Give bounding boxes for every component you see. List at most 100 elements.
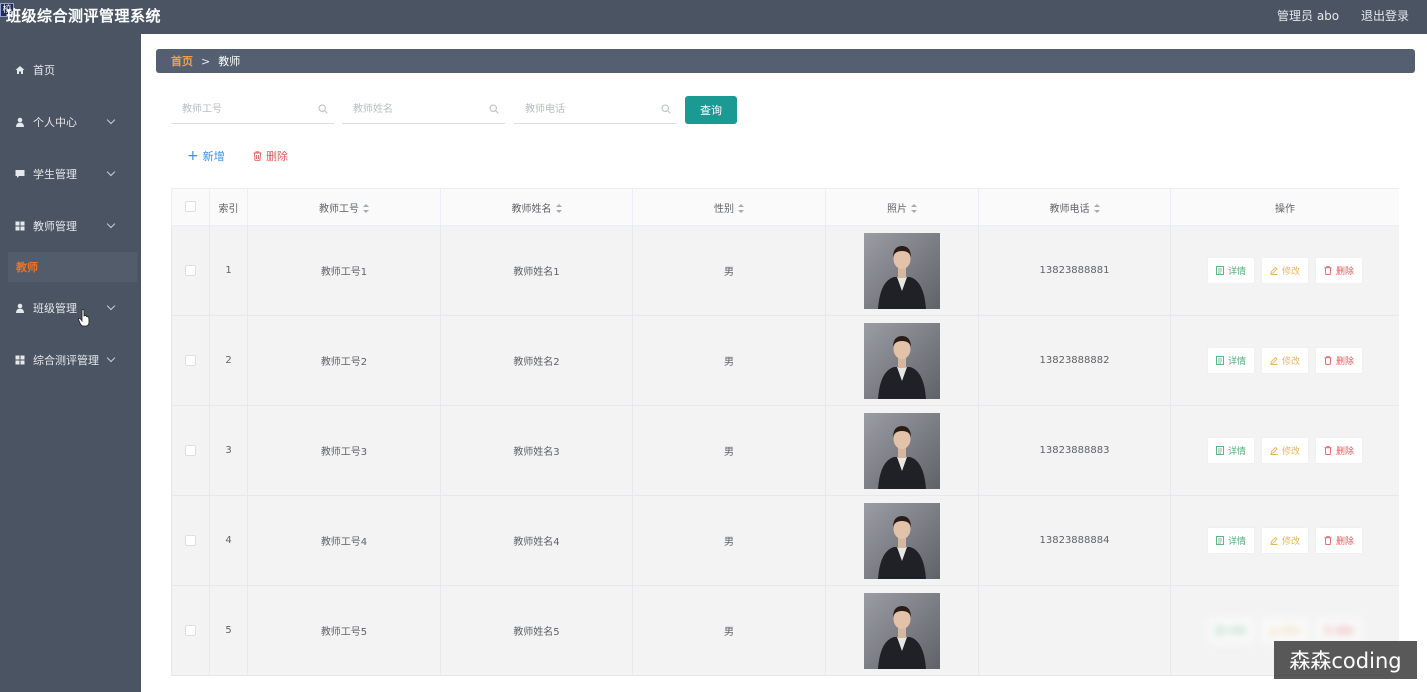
pencil-icon: [1270, 536, 1278, 545]
row-phone: 13823888883: [978, 405, 1171, 496]
detail-button[interactable]: 详情: [1206, 257, 1255, 284]
row-teacher-id: 教师工号5: [247, 585, 441, 676]
header-photo[interactable]: 照片: [825, 188, 979, 226]
row-phone: [978, 585, 1171, 676]
document-icon: [1216, 626, 1224, 635]
teacher-phone-input[interactable]: [514, 96, 654, 122]
row-select-cell[interactable]: [171, 225, 210, 316]
row-index: 5: [209, 585, 248, 676]
detail-button[interactable]: 详情: [1206, 527, 1255, 554]
top-right-area: 管理员 abo 退出登录: [1259, 7, 1409, 24]
sidebar-item-evaluation-management[interactable]: 综合测评管理: [0, 342, 141, 378]
header-teacher-id-label: 教师工号: [319, 203, 359, 215]
header-teacher-name-label: 教师姓名: [511, 203, 552, 215]
trash-icon: [1324, 626, 1332, 635]
sidebar-item-teacher-management[interactable]: 教师管理: [0, 208, 141, 244]
row-index: 4: [209, 495, 248, 586]
pencil-icon: [1270, 446, 1278, 455]
row-photo-cell: [825, 315, 979, 406]
edit-label: 修改: [1281, 357, 1300, 367]
header-select-all[interactable]: [171, 188, 210, 226]
operations-group: 详情 修改 删除: [1171, 347, 1399, 374]
row-operations: 详情 修改 删除: [1170, 315, 1399, 406]
row-photo-cell: [825, 495, 979, 586]
detail-button[interactable]: 详情: [1206, 617, 1255, 644]
row-checkbox[interactable]: [185, 264, 196, 276]
teacher-photo[interactable]: [864, 502, 940, 579]
sort-icon[interactable]: [738, 204, 744, 213]
delete-button[interactable]: 删除: [1315, 617, 1364, 644]
row-photo-cell: [825, 585, 979, 676]
edit-button[interactable]: 修改: [1260, 257, 1309, 284]
watermark: 森森coding: [1274, 641, 1417, 679]
edit-label: 修改: [1281, 447, 1300, 457]
edit-label: 修改: [1281, 267, 1300, 277]
edit-button[interactable]: 修改: [1260, 437, 1309, 464]
operations-group: 详情 修改 删除: [1171, 527, 1399, 554]
sidebar-item-student-management[interactable]: 学生管理: [0, 156, 141, 192]
select-all-checkbox[interactable]: [185, 201, 196, 213]
teacher-name-input[interactable]: [342, 96, 482, 122]
sort-icon[interactable]: [1093, 204, 1100, 213]
header-teacher-name[interactable]: 教师姓名: [440, 188, 633, 226]
batch-delete-button[interactable]: 删除: [253, 148, 288, 164]
sort-icon[interactable]: [363, 204, 369, 213]
edit-button[interactable]: 修改: [1260, 617, 1309, 644]
breadcrumb-home-link[interactable]: 首页: [171, 53, 193, 69]
chevron-down-icon: [106, 167, 116, 177]
teacher-photo[interactable]: [864, 412, 940, 489]
row-checkbox[interactable]: [185, 534, 196, 546]
delete-button[interactable]: 删除: [1315, 257, 1364, 284]
row-teacher-id: 教师工号2: [247, 315, 441, 406]
chevron-down-icon: [106, 219, 116, 229]
add-button-label: 新增: [202, 150, 225, 163]
row-select-cell[interactable]: [171, 585, 210, 676]
delete-button[interactable]: 删除: [1315, 347, 1364, 374]
row-teacher-name: 教师姓名4: [440, 495, 633, 586]
edit-label: 修改: [1281, 537, 1300, 547]
edit-button[interactable]: 修改: [1260, 527, 1309, 554]
row-teacher-id: 教师工号1: [247, 225, 441, 316]
teacher-photo[interactable]: [864, 232, 940, 309]
sort-icon[interactable]: [555, 204, 562, 213]
row-select-cell[interactable]: [171, 495, 210, 586]
header-phone[interactable]: 教师电话: [978, 188, 1171, 226]
app-title: 班级综合测评管理系统: [6, 7, 162, 25]
header-index: 索引: [209, 188, 248, 226]
table-row: 4 教师工号4 教师姓名4 男 13823888884 详情 修改 删除: [171, 495, 1399, 586]
query-button[interactable]: 查询: [685, 96, 737, 124]
sidebar-item-label: 综合测评管理: [33, 354, 99, 367]
sidebar-item-class-management[interactable]: 班级管理: [0, 290, 141, 326]
header-index-label: 索引: [218, 203, 239, 215]
detail-label: 详情: [1227, 627, 1246, 637]
delete-button[interactable]: 删除: [1315, 437, 1364, 464]
document-icon: [1216, 356, 1224, 365]
detail-button[interactable]: 详情: [1206, 347, 1255, 374]
header-teacher-id[interactable]: 教师工号: [247, 188, 441, 226]
row-select-cell[interactable]: [171, 405, 210, 496]
row-checkbox[interactable]: [185, 354, 196, 366]
delete-label: 删除: [1336, 267, 1355, 277]
teacher-id-input[interactable]: [171, 96, 311, 122]
delete-label: 删除: [1336, 447, 1355, 457]
row-teacher-id: 教师工号4: [247, 495, 441, 586]
add-button[interactable]: + 新增: [187, 148, 225, 164]
detail-button[interactable]: 详情: [1206, 437, 1255, 464]
edit-button[interactable]: 修改: [1260, 347, 1309, 374]
row-checkbox[interactable]: [185, 444, 196, 456]
chevron-down-icon: [106, 301, 116, 311]
sidebar-subitem-teacher[interactable]: 教师: [8, 252, 137, 282]
delete-button[interactable]: 删除: [1315, 527, 1364, 554]
sidebar-item-personal-center[interactable]: 个人中心: [0, 104, 141, 140]
teacher-photo[interactable]: [864, 322, 940, 399]
teacher-photo[interactable]: [864, 592, 940, 669]
header-gender[interactable]: 性别: [632, 188, 826, 226]
sort-icon[interactable]: [911, 204, 917, 213]
row-phone: 13823888882: [978, 315, 1171, 406]
row-select-cell[interactable]: [171, 315, 210, 406]
row-checkbox[interactable]: [185, 624, 196, 636]
row-teacher-id: 教师工号3: [247, 405, 441, 496]
sidebar-item-home[interactable]: 首页: [0, 52, 141, 88]
logout-link[interactable]: 退出登录: [1361, 9, 1409, 23]
table-row: 2 教师工号2 教师姓名2 男 13823888882 详情 修改 删除: [171, 315, 1399, 406]
